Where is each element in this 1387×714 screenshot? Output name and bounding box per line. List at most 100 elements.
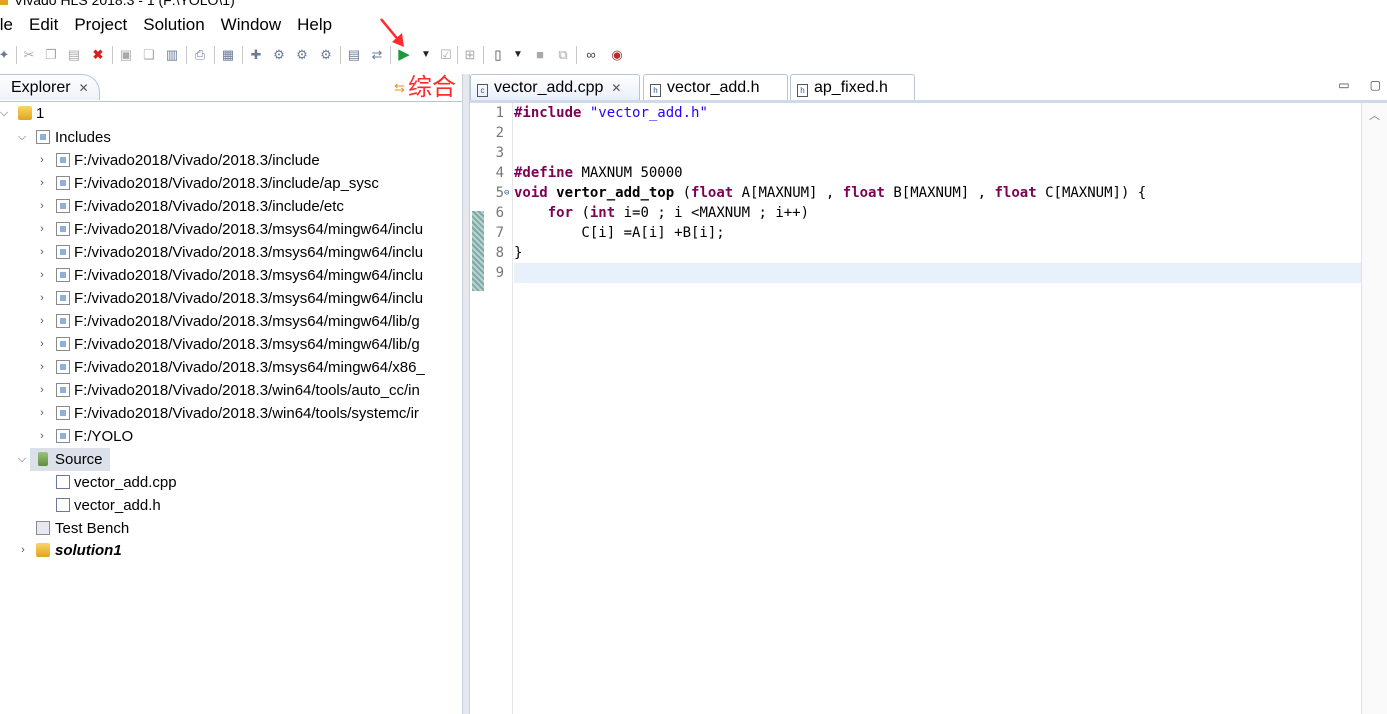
open-report-icon[interactable]: ▤ (346, 47, 362, 63)
chevron-right-icon[interactable]: › (36, 310, 48, 333)
include-path-label: F:/vivado2018/Vivado/2018.3/msys64/mingw… (74, 336, 420, 353)
code-line[interactable]: #include "vector_add.h" (514, 103, 1362, 123)
menu-file[interactable]: ile (0, 12, 13, 38)
function-name: vertor_add_top (556, 185, 675, 201)
chevron-down-icon[interactable]: ⌵ (0, 102, 10, 125)
copy-icon[interactable]: ❐ (43, 47, 59, 63)
code-line[interactable]: } (514, 243, 1362, 263)
save-icon[interactable]: ▣ (118, 47, 134, 63)
editor-tab-bar: c vector_add.cpp ✕ h vector_add.h h ap_fixed… (470, 74, 1387, 103)
vertical-scrollbar[interactable]: ︿ (1361, 103, 1387, 714)
code-text: A[MAXNUM] , (733, 185, 843, 201)
cosim-check-icon[interactable]: ☑ (438, 47, 454, 63)
code-editor[interactable]: #include "vector_add.h" #define MAXNUM 5… (504, 103, 1362, 714)
define-body: MAXNUM 50000 (573, 165, 683, 181)
save-as-icon[interactable]: ▥ (164, 47, 180, 63)
tab-ap-fixed-h[interactable]: h ap_fixed.h (790, 74, 915, 100)
panel-splitter[interactable] (462, 74, 470, 714)
header-file-icon: h (797, 84, 808, 97)
menu-window[interactable]: Window (221, 12, 281, 38)
maximize-icon[interactable]: ▢ (1370, 78, 1381, 92)
chevron-right-icon[interactable]: › (36, 425, 48, 448)
perspective-icon[interactable]: ∞ (583, 47, 599, 63)
solution-settings-icon[interactable]: ⚙ (271, 47, 287, 63)
fold-toggle-icon[interactable]: ⊖ (504, 183, 509, 203)
tree-source[interactable]: ⌵ Source (18, 448, 110, 471)
tab-vector-add-h[interactable]: h vector_add.h (643, 74, 788, 100)
chevron-right-icon[interactable]: › (36, 287, 48, 310)
code-line[interactable]: C[i] =A[i] +B[i]; (514, 223, 1362, 243)
cut-icon[interactable]: ✂ (21, 47, 37, 63)
link-editor-icon[interactable]: ⇆ (394, 80, 405, 96)
export-dropdown-icon[interactable]: ▼ (510, 47, 526, 63)
current-code-line[interactable] (514, 263, 1362, 283)
new-solution-icon[interactable]: ✚ (248, 47, 264, 63)
include-folder-icon (56, 337, 70, 351)
close-icon[interactable]: ✕ (611, 81, 621, 95)
project-settings-icon[interactable]: ▦ (220, 47, 236, 63)
synthesis-annotation: 综合 (408, 73, 456, 101)
include-folder-icon (56, 199, 70, 213)
chevron-right-icon[interactable]: › (36, 241, 48, 264)
scroll-up-icon[interactable]: ︿ (1369, 107, 1380, 123)
export-icon[interactable]: ▯ (490, 47, 506, 63)
project-tree: ⌵ 1 ⌵ Includes › F:/vivado2018/Vivado/201… (0, 102, 462, 702)
source-file-label: vector_add.h (74, 497, 161, 514)
minimize-icon[interactable]: ▭ (1338, 78, 1349, 92)
chevron-right-icon[interactable]: › (36, 333, 48, 356)
line-number: 4 (495, 165, 504, 181)
include-path-label: F:/vivado2018/Vivado/2018.3/msys64/mingw… (74, 221, 424, 238)
code-line[interactable] (514, 123, 1362, 143)
include-folder-icon (56, 222, 70, 236)
directives-icon[interactable]: ⚙ (294, 47, 310, 63)
menu-help[interactable]: Help (297, 12, 332, 38)
toolbar-separator (576, 46, 577, 64)
save-all-icon[interactable]: ❏ (141, 47, 157, 63)
library-icon[interactable]: ⚙ (318, 47, 334, 63)
control-keyword: for (547, 205, 574, 221)
stop-icon[interactable]: ■ (532, 47, 548, 63)
run-dropdown-icon[interactable]: ▼ (418, 47, 434, 63)
menu-project[interactable]: Project (74, 12, 127, 38)
toolbar-separator (242, 46, 243, 64)
chevron-right-icon[interactable]: › (36, 379, 48, 402)
include-path-label: F:/vivado2018/Vivado/2018.3/msys64/mingw… (74, 313, 420, 330)
project-folder-icon (18, 106, 32, 120)
chevron-right-icon[interactable]: › (36, 195, 48, 218)
paste-icon[interactable]: ▤ (66, 47, 82, 63)
chevron-right-icon[interactable]: › (36, 172, 48, 195)
code-line[interactable]: #define MAXNUM 50000 (514, 163, 1362, 183)
main-toolbar: ✦ ✂ ❐ ▤ ✖ ▣ ❏ ▥ ⎙ ▦ ✚ ⚙ ⚙ ⚙ ▤ ⇄ ▶ ▼ ☑ ⊞ … (0, 42, 1387, 70)
menu-solution[interactable]: Solution (143, 12, 204, 38)
new-file-icon[interactable]: ✦ (0, 47, 12, 63)
code-line[interactable]: for (int i=0 ; i <MAXNUM ; i++) (514, 203, 1362, 223)
debug-perspective-icon[interactable]: ◉ (609, 47, 625, 63)
chevron-down-icon[interactable]: ⌵ (16, 448, 28, 471)
chevron-right-icon[interactable]: › (36, 149, 48, 172)
header-file-icon: h (650, 84, 661, 97)
chevron-right-icon[interactable]: › (36, 218, 48, 241)
print-icon[interactable]: ⎙ (192, 47, 208, 63)
code-line[interactable] (514, 143, 1362, 163)
line-number: 9 (495, 265, 504, 281)
delete-icon[interactable]: ✖ (90, 47, 106, 63)
grid-icon[interactable]: ⊞ (462, 47, 478, 63)
close-icon[interactable]: ✕ (79, 81, 89, 95)
chevron-right-icon[interactable]: › (17, 539, 29, 562)
preprocessor-keyword: #include (514, 105, 582, 121)
chevron-right-icon[interactable]: › (36, 264, 48, 287)
type-keyword: float (842, 185, 885, 201)
tab-vector-add-cpp[interactable]: c vector_add.cpp ✕ (470, 74, 640, 100)
include-path-label: F:/vivado2018/Vivado/2018.3/include/etc (74, 198, 344, 215)
tab-explorer[interactable]: Explorer ✕ (0, 74, 100, 100)
chevron-right-icon[interactable]: › (36, 402, 48, 425)
code-line[interactable]: ⊖ void vertor_add_top (float A[MAXNUM] , … (504, 183, 1362, 203)
chevron-down-icon[interactable]: ⌵ (16, 126, 28, 149)
include-folder-icon (56, 360, 70, 374)
toolbar-separator (214, 46, 215, 64)
code-text: C[MAXNUM]) { (1036, 185, 1147, 201)
toolbar-separator (186, 46, 187, 64)
chevron-right-icon[interactable]: › (36, 356, 48, 379)
menu-edit[interactable]: Edit (29, 12, 58, 38)
compare-icon[interactable]: ⧉ (555, 47, 571, 63)
